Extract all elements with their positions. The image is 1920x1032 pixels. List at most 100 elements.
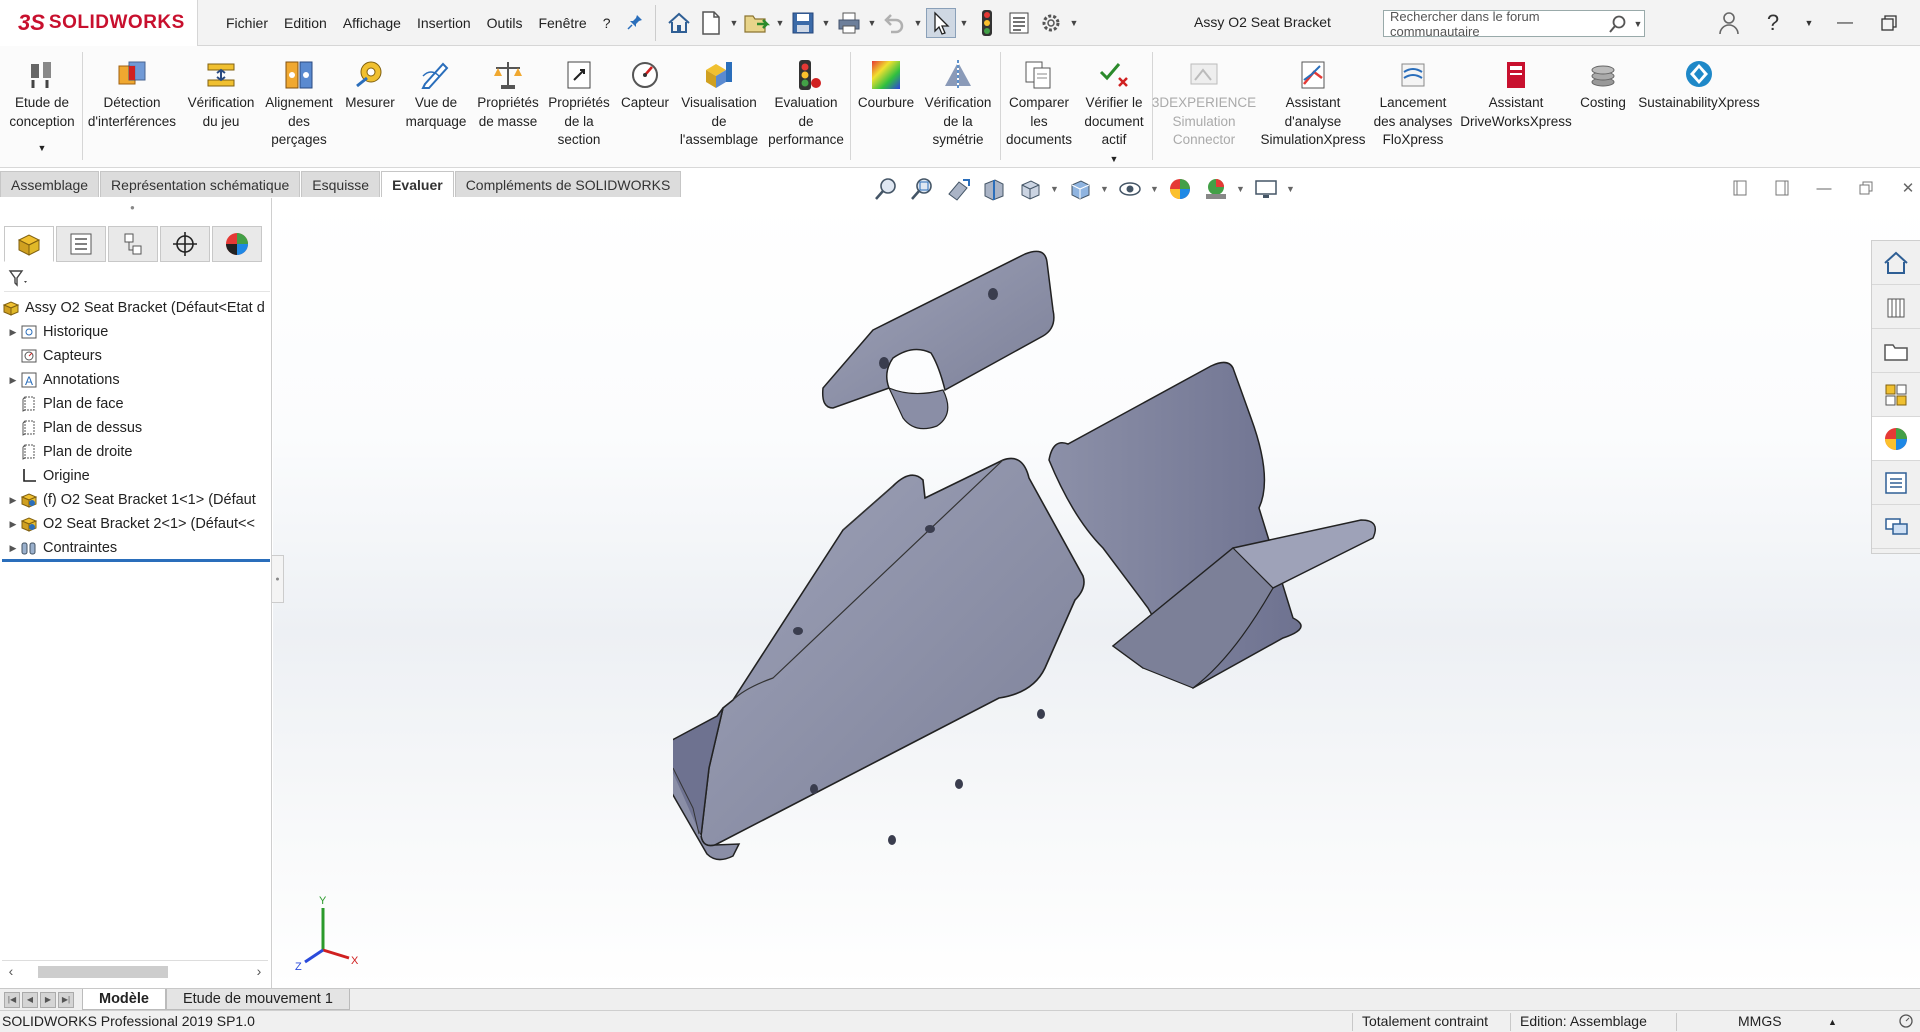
scroll-track[interactable]	[20, 964, 250, 978]
restore-icon[interactable]	[1876, 10, 1902, 36]
displaymanager-tab-icon[interactable]	[212, 226, 262, 262]
viewport-minimize-icon[interactable]: —	[1814, 178, 1834, 198]
check-document-dropdown-icon[interactable]: ▼	[1110, 150, 1119, 169]
options-gear-icon[interactable]	[1036, 8, 1066, 38]
prev-tab-icon[interactable]: ◀	[22, 991, 38, 1008]
new-document-icon[interactable]	[696, 8, 726, 38]
costing-button[interactable]: Costing	[1572, 58, 1634, 113]
3dexperience-simulation-connector-button[interactable]: 3DEXPERIENCE Simulation Connector	[1152, 58, 1256, 150]
graphics-area[interactable]: Y X Z	[273, 198, 1920, 988]
display-style-dropdown-icon[interactable]: ▼	[1100, 184, 1110, 194]
menu-outils[interactable]: Outils	[479, 15, 531, 31]
section-view-icon[interactable]	[978, 175, 1010, 203]
configurationmanager-tab-icon[interactable]	[108, 226, 158, 262]
tab-evaluer[interactable]: Evaluer	[381, 171, 454, 197]
solidworks-logo[interactable]: 3S SOLIDWORKS	[0, 0, 198, 46]
search-dropdown-icon[interactable]: ▼	[1632, 9, 1644, 39]
view-settings-dropdown-icon[interactable]: ▼	[1286, 184, 1296, 194]
units-dropdown-icon[interactable]: ▲	[1828, 1017, 1837, 1027]
viewport-close-icon[interactable]: ✕	[1898, 178, 1918, 198]
solidworks-resources-icon[interactable]	[1872, 241, 1920, 285]
view-orientation-icon[interactable]	[1014, 175, 1046, 203]
tab-representation-schematique[interactable]: Représentation schématique	[100, 171, 301, 197]
rebuild-icon[interactable]	[972, 8, 1002, 38]
scroll-thumb[interactable]	[38, 965, 168, 978]
driveworksxpress-button[interactable]: Assistant DriveWorksXpress	[1458, 58, 1574, 131]
view-orientation-dropdown-icon[interactable]: ▼	[1050, 184, 1060, 194]
check-active-document-button[interactable]: Vérifier le document actif ▼	[1078, 58, 1150, 168]
options-dropdown-icon[interactable]: ▼	[1068, 8, 1080, 38]
dimxpertmanager-tab-icon[interactable]	[160, 226, 210, 262]
filter-icon[interactable]	[8, 269, 30, 290]
save-icon[interactable]	[788, 8, 818, 38]
select-dropdown-icon[interactable]: ▼	[958, 8, 970, 38]
expand-arrow-icon[interactable]: ▶	[6, 543, 20, 554]
view-palette-icon[interactable]	[1872, 373, 1920, 417]
floxpress-button[interactable]: Lancement des analyses FloXpress	[1370, 58, 1456, 150]
menu-fichier[interactable]: Fichier	[218, 15, 276, 31]
tab-motion-study[interactable]: Etude de mouvement 1	[165, 989, 350, 1010]
design-study-dropdown-icon[interactable]: ▼	[38, 139, 47, 158]
interference-detection-button[interactable]: Détection d'interférences	[86, 58, 178, 131]
apply-scene-dropdown-icon[interactable]: ▼	[1236, 184, 1246, 194]
menu-edition[interactable]: Edition	[276, 15, 335, 31]
custom-properties-icon[interactable]	[1872, 461, 1920, 505]
status-units[interactable]: MMGS	[1738, 1013, 1782, 1029]
help-dropdown-icon[interactable]: ▼	[1804, 10, 1814, 36]
simulationxpress-button[interactable]: Assistant d'analyse SimulationXpress	[1256, 58, 1370, 150]
tree-node[interactable]: Origine	[0, 464, 270, 488]
tab-modele[interactable]: Modèle	[82, 989, 166, 1010]
scroll-left-icon[interactable]: ‹	[2, 963, 20, 979]
apply-scene-icon[interactable]	[1200, 175, 1232, 203]
tree-node[interactable]: Plan de dessus	[0, 416, 270, 440]
first-tab-icon[interactable]: |◀	[4, 991, 20, 1008]
tree-node[interactable]: Plan de face	[0, 392, 270, 416]
appearances-scenes-icon[interactable]	[1872, 417, 1920, 461]
status-resize-icon[interactable]	[1898, 1013, 1914, 1032]
pin-icon[interactable]	[627, 14, 643, 30]
scroll-right-icon[interactable]: ›	[250, 963, 268, 979]
undo-dropdown-icon[interactable]: ▼	[912, 8, 924, 38]
section-properties-button[interactable]: Propriétés de la section	[546, 58, 612, 150]
measure-button[interactable]: Mesurer	[338, 58, 402, 113]
file-properties-icon[interactable]	[1004, 8, 1034, 38]
last-tab-icon[interactable]: ▶|	[58, 991, 74, 1008]
rollback-bar[interactable]	[2, 559, 270, 562]
save-dropdown-icon[interactable]: ▼	[820, 8, 832, 38]
tree-node[interactable]: Plan de droite	[0, 440, 270, 464]
edit-appearance-icon[interactable]	[1164, 175, 1196, 203]
expand-arrow-icon[interactable]: ▶	[6, 327, 20, 338]
hole-alignment-button[interactable]: Alignement des perçages	[262, 58, 336, 150]
search-icon[interactable]	[1604, 11, 1632, 36]
view-settings-icon[interactable]	[1250, 175, 1282, 203]
horizontal-scrollbar[interactable]: ‹ ›	[2, 960, 268, 980]
sustainabilityxpress-button[interactable]: SustainabilityXpress	[1634, 58, 1764, 113]
display-style-icon[interactable]	[1064, 175, 1096, 203]
tab-esquisse[interactable]: Esquisse	[301, 171, 381, 197]
menu-insertion[interactable]: Insertion	[409, 15, 479, 31]
tree-node[interactable]: ▶ Contraintes	[0, 536, 270, 560]
open-icon[interactable]	[742, 8, 772, 38]
home-icon[interactable]	[664, 8, 694, 38]
sensor-button[interactable]: Capteur	[612, 58, 678, 113]
assembly-visualization-button[interactable]: Visualisation de l'assemblage	[676, 58, 762, 150]
compare-documents-button[interactable]: Comparer les documents	[1002, 58, 1076, 150]
select-icon[interactable]	[926, 8, 956, 38]
tree-filter[interactable]	[4, 268, 270, 292]
tree-node[interactable]: ▶ O2 Seat Bracket 2<1> (Défaut<<	[0, 512, 270, 536]
tab-assemblage[interactable]: Assemblage	[0, 171, 100, 197]
menu-fenetre[interactable]: Fenêtre	[530, 15, 594, 31]
propertymanager-tab-icon[interactable]	[56, 226, 106, 262]
design-study-button[interactable]: Etude de conception ▼	[4, 58, 80, 158]
expand-arrow-icon[interactable]: ▶	[6, 519, 20, 530]
featuremanager-tab-icon[interactable]	[4, 226, 54, 262]
tree-node[interactable]: Capteurs	[0, 344, 270, 368]
tree-node[interactable]: ▶ Historique	[0, 320, 270, 344]
open-dropdown-icon[interactable]: ▼	[774, 8, 786, 38]
forum-icon[interactable]	[1872, 505, 1920, 549]
minimize-icon[interactable]: —	[1832, 10, 1858, 36]
viewport-restore-icon[interactable]	[1856, 178, 1876, 198]
file-explorer-icon[interactable]	[1872, 329, 1920, 373]
new-dropdown-icon[interactable]: ▼	[728, 8, 740, 38]
tree-node[interactable]: ▶ A Annotations	[0, 368, 270, 392]
